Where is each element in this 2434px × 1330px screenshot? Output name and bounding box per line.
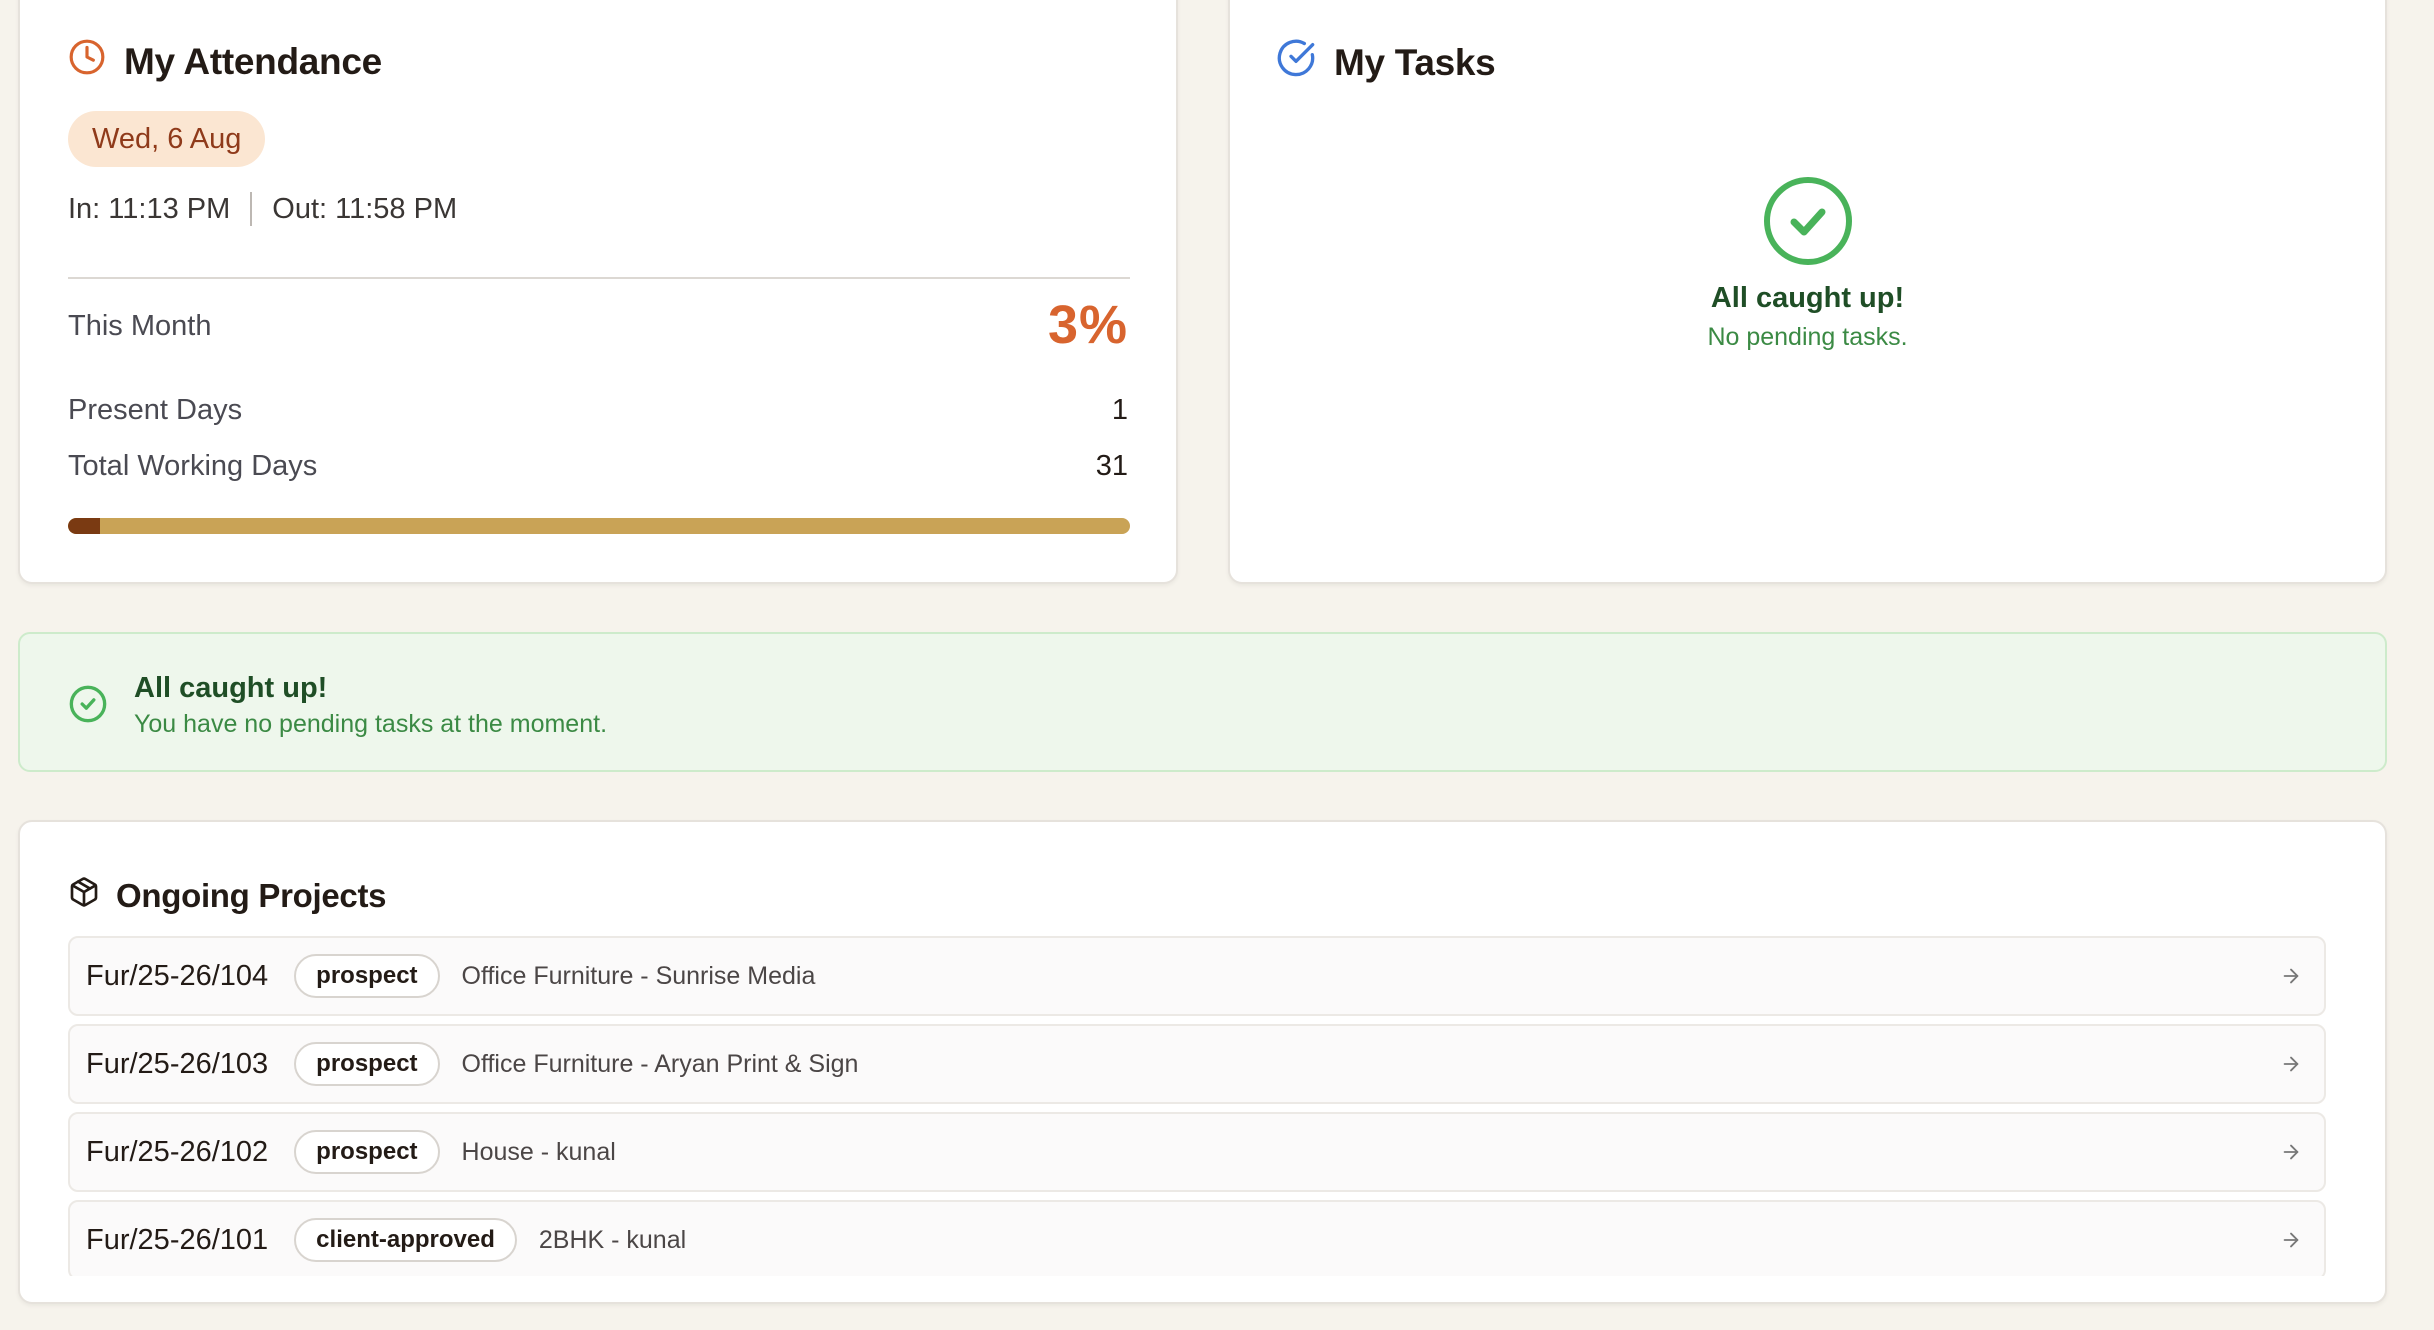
project-name: Office Furniture - Sunrise Media: [461, 961, 816, 990]
projects-title-text: Ongoing Projects: [116, 877, 387, 914]
attendance-progress-bar: [68, 518, 1130, 534]
attendance-card: My Attendance Wed, 6 Aug In: 11:13 PM Ou…: [18, 0, 1178, 584]
arrow-right-icon[interactable]: [2280, 1053, 2302, 1080]
project-row[interactable]: Fur/25-26/103 prospect Office Furniture …: [68, 1024, 2326, 1104]
success-check-icon: [1763, 176, 1853, 266]
this-month-label: This Month: [68, 310, 212, 342]
total-working-days-value: 31: [1095, 450, 1128, 482]
check-circle-icon: [1276, 38, 1316, 87]
package-icon: [68, 876, 100, 916]
projects-list: Fur/25-26/104 prospect Office Furniture …: [68, 936, 2326, 1276]
project-row[interactable]: Fur/25-26/101 client-approved 2BHK - kun…: [68, 1200, 2326, 1276]
arrow-right-icon[interactable]: [2280, 965, 2302, 992]
clock-icon: [68, 38, 106, 85]
project-row[interactable]: Fur/25-26/104 prospect Office Furniture …: [68, 936, 2326, 1016]
attendance-title: My Attendance: [68, 38, 382, 85]
present-days-label: Present Days: [68, 394, 243, 426]
caught-up-banner: All caught up! You have no pending tasks…: [18, 632, 2387, 772]
attendance-progress-fill: [68, 518, 100, 534]
project-id: Fur/25-26/103: [86, 1047, 269, 1080]
present-days-value: 1: [1111, 394, 1128, 426]
banner-subtitle: You have no pending tasks at the moment.: [134, 710, 608, 738]
out-time: Out: 11:58 PM: [272, 192, 458, 225]
projects-title: Ongoing Projects: [68, 876, 387, 916]
projects-card: Ongoing Projects Fur/25-26/104 prospect …: [18, 820, 2387, 1304]
project-id: Fur/25-26/102: [86, 1135, 269, 1168]
tasks-empty-subtitle: No pending tasks.: [1707, 323, 1908, 351]
project-row[interactable]: Fur/25-26/102 prospect House - kunal: [68, 1112, 2326, 1192]
arrow-right-icon[interactable]: [2280, 1141, 2302, 1168]
status-badge: client-approved: [294, 1218, 517, 1262]
project-name: Office Furniture - Aryan Print & Sign: [461, 1049, 859, 1078]
check-circle-icon: [68, 684, 108, 729]
tasks-title: My Tasks: [1276, 38, 1496, 87]
tasks-title-text: My Tasks: [1334, 41, 1496, 83]
status-badge: prospect: [294, 1042, 440, 1086]
status-badge: prospect: [294, 954, 440, 998]
date-badge: Wed, 6 Aug: [68, 111, 266, 167]
in-time: In: 11:13 PM: [68, 192, 231, 225]
project-name: 2BHK - kunal: [538, 1225, 687, 1254]
status-badge: prospect: [294, 1130, 440, 1174]
banner-title: All caught up!: [134, 672, 328, 704]
attendance-title-text: My Attendance: [124, 40, 382, 82]
project-name: House - kunal: [461, 1137, 616, 1166]
in-out-divider: [250, 192, 253, 226]
tasks-card: My Tasks All caught up! No pending tasks…: [1228, 0, 2387, 584]
tasks-empty-title: All caught up!: [1710, 282, 1905, 314]
this-month-percentage: 3%: [1047, 295, 1128, 355]
project-id: Fur/25-26/101: [86, 1223, 269, 1256]
tasks-empty-state: All caught up! No pending tasks.: [1230, 176, 2385, 352]
project-id: Fur/25-26/104: [86, 959, 269, 992]
arrow-right-icon[interactable]: [2280, 1229, 2302, 1256]
attendance-divider: [68, 277, 1130, 279]
in-out-times: In: 11:13 PM Out: 11:58 PM: [68, 192, 457, 226]
total-working-days-label: Total Working Days: [68, 450, 318, 482]
